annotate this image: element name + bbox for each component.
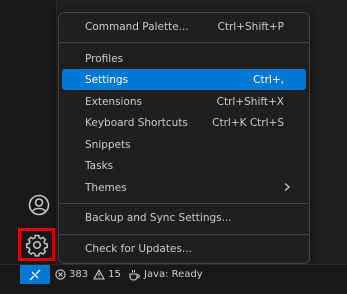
menu-item-check-updates[interactable]: Check for Updates... <box>62 238 306 259</box>
menu-item-label: Profiles <box>85 52 124 65</box>
menu-item-extensions[interactable]: Extensions Ctrl+Shift+X <box>62 91 306 112</box>
menu-item-shortcut: Ctrl+Shift+X <box>216 95 284 108</box>
menu-item-label: Keyboard Shortcuts <box>85 116 188 129</box>
menu-item-tasks[interactable]: Tasks <box>62 155 306 176</box>
menu-item-command-palette[interactable]: Command Palette... Ctrl+Shift+P <box>62 16 306 37</box>
manage-button[interactable] <box>18 228 55 261</box>
menu-item-label: Backup and Sync Settings... <box>85 211 232 224</box>
window-bottom-edge <box>0 284 347 294</box>
menu-separator <box>59 203 309 204</box>
coffee-icon <box>129 269 140 281</box>
remote-indicator-button[interactable] <box>20 265 50 284</box>
warning-count: 15 <box>108 269 121 280</box>
menu-item-label: Themes <box>85 181 127 194</box>
java-status-label: Java: Ready <box>144 269 203 280</box>
account-icon <box>28 194 50 216</box>
menu-item-label: Tasks <box>85 159 114 172</box>
menu-item-label: Extensions <box>85 95 143 108</box>
remote-icon <box>29 269 41 280</box>
java-status[interactable]: Java: Ready <box>128 265 203 284</box>
chevron-right-icon <box>284 183 290 191</box>
problems-indicator[interactable]: 383 15 <box>55 265 121 284</box>
menu-item-backup-sync[interactable]: Backup and Sync Settings... <box>62 207 306 228</box>
status-bar: 383 15 Java: Ready <box>0 264 347 284</box>
menu-item-label: Snippets <box>85 138 131 151</box>
menu-item-shortcut: Ctrl+, <box>253 73 284 86</box>
menu-item-settings[interactable]: Settings Ctrl+, <box>62 69 306 90</box>
menu-item-label: Command Palette... <box>85 20 189 33</box>
gear-icon <box>25 234 48 257</box>
warning-icon <box>93 269 106 280</box>
menu-item-label: Settings <box>85 73 129 86</box>
menu-item-shortcut: Ctrl+Shift+P <box>217 20 284 33</box>
menu-item-themes[interactable]: Themes <box>62 177 306 198</box>
menu-item-profiles[interactable]: Profiles <box>62 48 306 69</box>
error-count: 383 <box>69 269 89 280</box>
menu-separator <box>59 234 309 235</box>
menu-item-snippets[interactable]: Snippets <box>62 134 306 155</box>
error-icon <box>55 269 66 280</box>
activity-bar <box>0 0 57 264</box>
menu-item-shortcut: Ctrl+K Ctrl+S <box>212 116 284 129</box>
menu-separator <box>59 42 309 43</box>
menu-item-keyboard-shortcuts[interactable]: Keyboard Shortcuts Ctrl+K Ctrl+S <box>62 112 306 133</box>
accounts-button[interactable] <box>26 192 52 218</box>
menu-item-label: Check for Updates... <box>85 242 192 255</box>
manage-menu: Command Palette... Ctrl+Shift+P Profiles… <box>58 12 310 264</box>
